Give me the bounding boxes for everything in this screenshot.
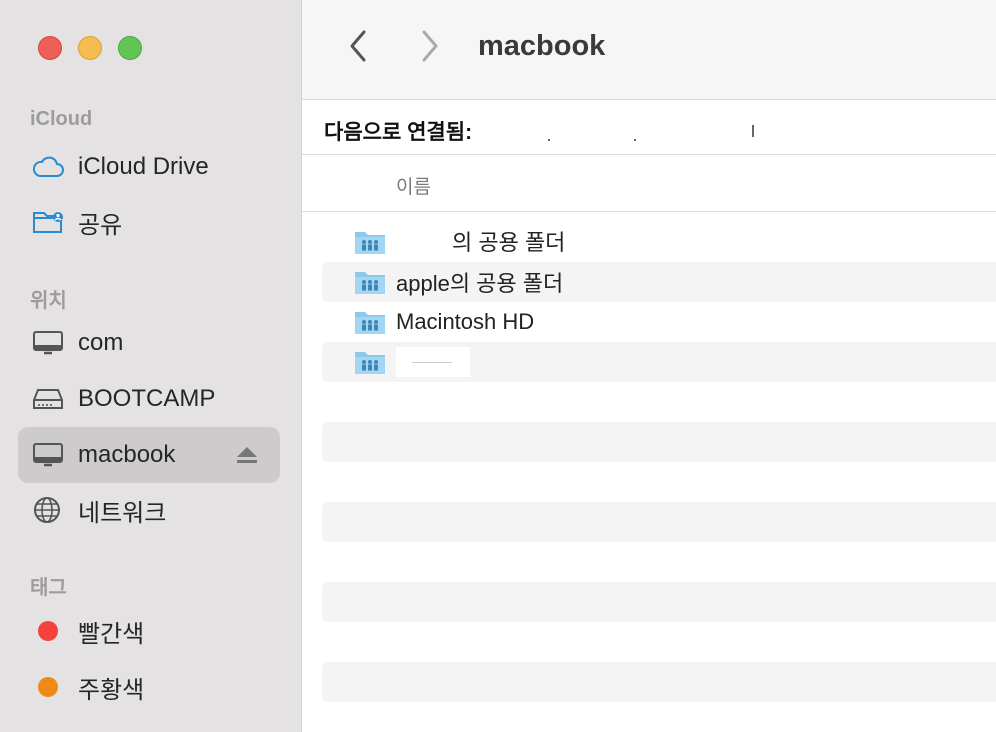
sidebar-item-label: 네트워크 [78, 499, 167, 527]
empty-row [322, 582, 996, 622]
shared-folder-icon [355, 232, 385, 254]
redacted-name [396, 229, 456, 260]
column-header: 이름 [302, 156, 996, 212]
shared-folder-icon [355, 352, 385, 374]
empty-row [322, 422, 996, 462]
orange-tag-icon [38, 677, 58, 697]
minimize-button[interactable] [78, 36, 102, 60]
section-title-tags: 태그 [30, 577, 67, 599]
sidebar-item-tag-orange[interactable]: 주황색 [18, 659, 280, 715]
shared-folder-icon [355, 272, 385, 294]
file-list: 의 공용 폴더 apple의 공용 폴더 Macintosh HD [322, 222, 996, 702]
list-item[interactable]: Macintosh HD [322, 302, 996, 342]
sidebar-item-label: com [78, 329, 124, 356]
sidebar-item-shared[interactable]: 공유 [18, 194, 280, 250]
cloud-icon [32, 152, 66, 182]
connection-label: 다음으로 연결됨: [324, 121, 473, 144]
sidebar-item-macbook[interactable]: macbook [18, 427, 280, 483]
sidebar-item-label: iCloud Drive [78, 153, 209, 180]
drive-icon [32, 384, 66, 414]
back-button[interactable] [340, 28, 376, 64]
main-pane: macbook 다음으로 연결됨: 이름 의 공용 폴더 apple의 공용 폴… [302, 0, 996, 732]
globe-icon [32, 495, 66, 525]
column-name-header[interactable]: 이름 [396, 172, 431, 199]
display-icon [32, 440, 66, 470]
section-title-icloud: iCloud [30, 108, 93, 130]
sidebar-item-icloud-drive[interactable]: iCloud Drive [18, 139, 280, 195]
row-label: apple의 공용 폴더 [396, 271, 564, 296]
sidebar-item-bootcamp[interactable]: BOOTCAMP [18, 371, 280, 427]
sidebar-item-label: 공유 [78, 211, 123, 239]
section-title-locations: 위치 [30, 290, 67, 312]
close-button[interactable] [38, 36, 62, 60]
empty-row [322, 462, 996, 502]
redacted-name [396, 347, 470, 377]
empty-row [322, 382, 996, 422]
list-item[interactable]: 의 공용 폴더 [322, 222, 996, 262]
row-label: 의 공용 폴더 [452, 229, 566, 255]
shared-folder-icon [355, 312, 385, 334]
display-icon [32, 328, 66, 358]
empty-row [322, 662, 996, 702]
maximize-button[interactable] [118, 36, 142, 60]
sidebar-item-tag-red[interactable]: 빨간색 [18, 603, 280, 659]
sidebar-item-com[interactable]: com [18, 315, 280, 371]
empty-row [322, 502, 996, 542]
redacted-connection-value [548, 125, 754, 141]
connection-bar: 다음으로 연결됨: [302, 101, 996, 155]
sidebar-item-network[interactable]: 네트워크 [18, 482, 280, 538]
row-label: Macintosh HD [396, 309, 535, 334]
empty-row [322, 542, 996, 582]
toolbar: macbook [302, 0, 996, 100]
shared-folder-icon [32, 207, 66, 237]
empty-row [322, 622, 996, 662]
list-item[interactable] [322, 342, 996, 382]
window-title: macbook [478, 30, 606, 62]
eject-icon[interactable] [236, 446, 258, 469]
sidebar: iCloud iCloud Drive 공유 위치 com BOOTCAMP m… [0, 0, 302, 732]
list-item[interactable]: apple의 공용 폴더 [322, 262, 996, 302]
window-controls [38, 36, 142, 60]
sidebar-item-label: 주황색 [78, 676, 145, 704]
sidebar-item-label: BOOTCAMP [78, 385, 216, 412]
sidebar-item-label: macbook [78, 441, 176, 468]
chevron-right-icon [422, 30, 438, 62]
forward-button[interactable] [412, 28, 448, 64]
red-tag-icon [38, 621, 58, 641]
chevron-left-icon [350, 30, 366, 62]
sidebar-item-label: 빨간색 [78, 620, 145, 648]
